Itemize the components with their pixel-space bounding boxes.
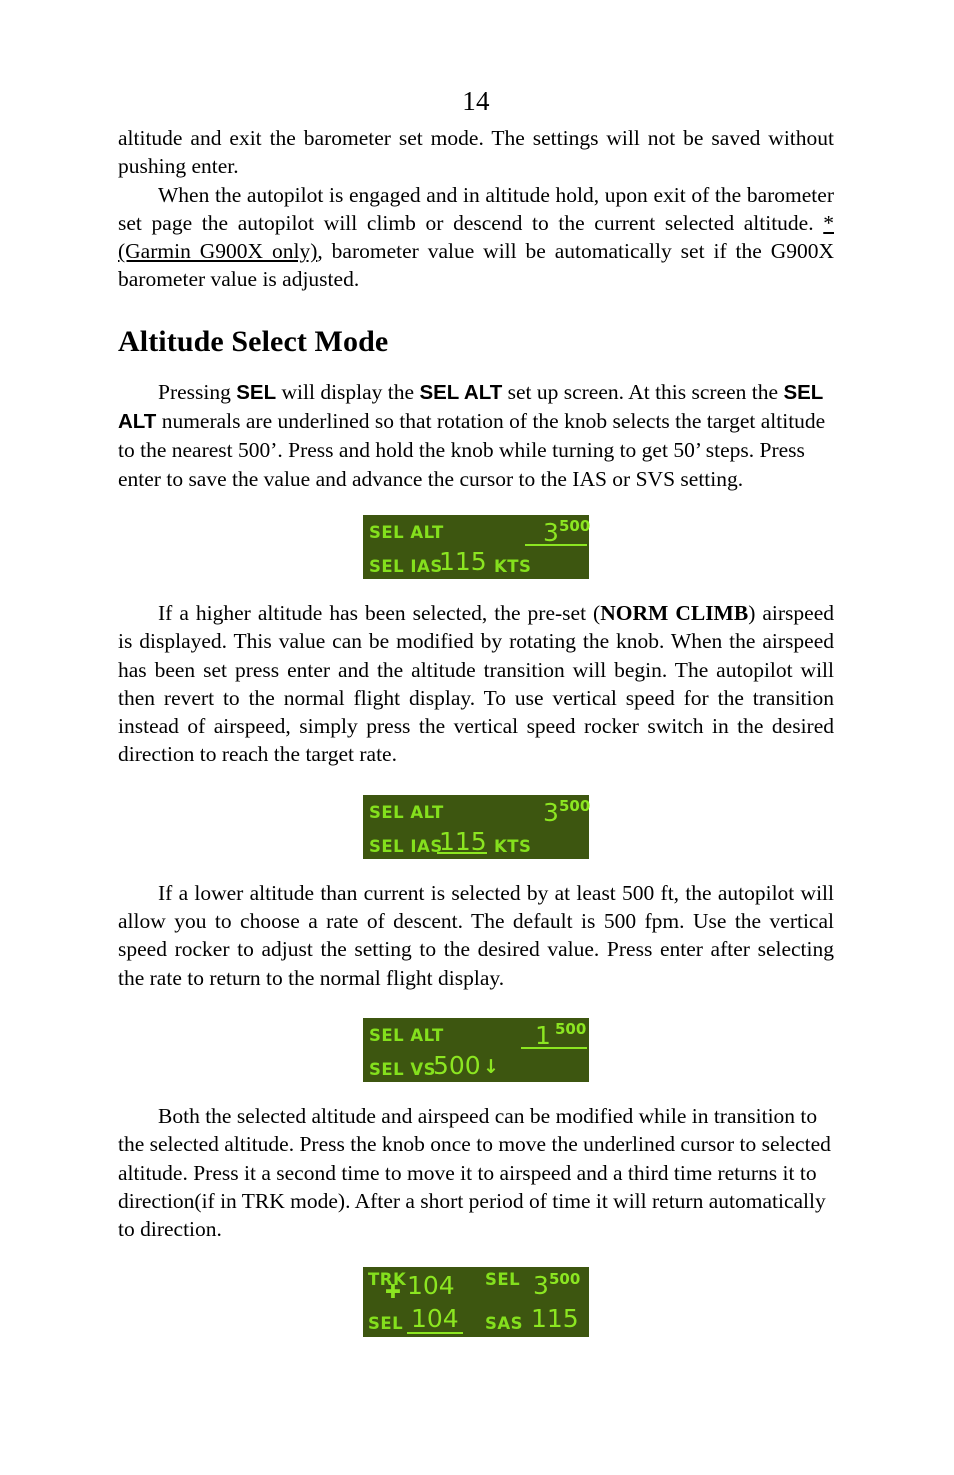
section-heading-altitude-select-mode: Altitude Select Mode	[118, 324, 389, 358]
p3-text-1: Pressing	[158, 379, 237, 404]
sel-alt-label: SEL	[485, 1270, 521, 1290]
sel-ias-label: SEL IAS	[369, 836, 443, 856]
avionics-display-sel-alt-vs: SEL ALT 1 500 SEL VS 500 ↓	[363, 1017, 589, 1082]
key-sel-alt-1: SEL ALT	[419, 380, 503, 404]
sel-vs-value: 500	[433, 1050, 481, 1080]
sel-ias-cursor-underline	[437, 851, 487, 854]
p4-text-1: If a higher altitude has been selected, …	[158, 600, 601, 625]
sel-alt-superscript: 500	[559, 796, 591, 815]
p5-text: If a lower altitude than current is sele…	[118, 880, 834, 990]
sel-alt-superscript: 500	[559, 516, 591, 535]
sel-alt-label: SEL ALT	[369, 1025, 444, 1045]
sel-alt-superscript: 500	[555, 1019, 587, 1038]
sas-value: 115	[531, 1304, 579, 1334]
avionics-display-sel-alt-2: SEL ALT 3 500 SEL IAS 115 KTS	[363, 794, 591, 859]
vs-down-arrow-icon: ↓	[483, 1055, 499, 1078]
trk-value: 104	[407, 1271, 455, 1301]
display-2-row-alt: SEL ALT 3 500	[363, 795, 591, 827]
avionics-display-trk-sel: TRK ✚ 104 SEL 3 500 SEL 104 SAS 115	[363, 1267, 589, 1338]
p3-text-2: will display the	[276, 379, 420, 404]
sel-alt-superscript: 500	[549, 1270, 581, 1289]
display-3-row-alt: SEL ALT 1 500	[363, 1018, 589, 1050]
key-norm-climb: NORM CLIMB	[600, 600, 749, 625]
paragraph-barometer-exit: altitude and exit the barometer set mode…	[118, 124, 834, 181]
avionics-display-sel-alt-1: SEL ALT 3 500 SEL IAS 115 KTS	[363, 514, 591, 579]
paragraph-text-lead: When the autopilot is engaged and in alt…	[118, 182, 834, 235]
sel-alt-label: SEL ALT	[369, 522, 444, 542]
display-2-row-ias: SEL IAS 115 KTS	[363, 827, 589, 859]
sel-alt-cursor-underline	[521, 1046, 587, 1049]
p3-text-3: set up screen. At this screen the	[502, 379, 784, 404]
display-3-wrapper: SEL ALT 1 500 SEL VS 500 ↓	[118, 1017, 834, 1082]
p3-text-4: numerals are underlined so that rotation…	[118, 409, 826, 491]
display-4-row-top: TRK ✚ 104 SEL 3 500	[363, 1267, 589, 1302]
document-page: 14 altitude and exit the barometer set m…	[0, 0, 954, 1475]
sel-ias-unit: KTS	[494, 556, 532, 576]
track-symbol-icon: ✚	[385, 1281, 401, 1304]
display-2-wrapper: SEL ALT 3 500 SEL IAS 115 KTS	[118, 794, 834, 859]
sel-ias-unit: KTS	[494, 836, 532, 856]
display-4-row-bottom: SEL 104 SAS 115	[363, 1302, 589, 1337]
paragraph-text: altitude and exit the barometer set mode…	[118, 126, 834, 179]
sel-hdg-label: SEL	[368, 1314, 404, 1334]
sel-hdg-cursor-underline	[407, 1332, 463, 1335]
sel-alt-value: 3	[543, 797, 559, 827]
sel-ias-value: 115	[439, 826, 487, 856]
display-4-wrapper: TRK ✚ 104 SEL 3 500 SEL 104 SAS 115	[118, 1267, 834, 1338]
sas-label: SAS	[485, 1314, 524, 1334]
paragraph-both-modified: Both the selected altitude and airspeed …	[118, 1102, 834, 1243]
display-1-row-alt: SEL ALT 3 500	[363, 515, 591, 547]
sel-alt-cursor-underline	[525, 543, 587, 546]
paragraph-higher-altitude: If a higher altitude has been selected, …	[118, 599, 834, 769]
paragraph-autopilot-engaged: When the autopilot is engaged and in alt…	[118, 181, 834, 294]
paragraph-sel-altitude: Pressing SEL will display the SEL ALT se…	[118, 378, 834, 493]
page-content: 14 altitude and exit the barometer set m…	[118, 84, 834, 1357]
sel-vs-label: SEL VS	[369, 1059, 437, 1079]
display-3-row-vs: SEL VS 500 ↓	[363, 1050, 589, 1082]
sel-alt-value: 1	[535, 1020, 551, 1050]
display-1-wrapper: SEL ALT 3 500 SEL IAS 115 KTS	[118, 514, 834, 579]
p6-text: Both the selected altitude and airspeed …	[118, 1103, 831, 1242]
sel-alt-value: 3	[533, 1271, 549, 1301]
page-number: 14	[462, 86, 490, 116]
p4-text-2: ) airspeed is displayed. This value can …	[118, 600, 835, 767]
sel-ias-value: 115	[439, 546, 487, 576]
display-1-row-ias: SEL IAS 115 KTS	[363, 547, 589, 579]
sel-ias-label: SEL IAS	[369, 556, 443, 576]
sel-alt-value: 3	[543, 517, 559, 547]
sel-alt-label: SEL ALT	[369, 802, 444, 822]
sel-hdg-value: 104	[411, 1304, 459, 1334]
key-sel: SEL	[236, 380, 277, 404]
paragraph-lower-altitude: If a lower altitude than current is sele…	[118, 879, 834, 992]
